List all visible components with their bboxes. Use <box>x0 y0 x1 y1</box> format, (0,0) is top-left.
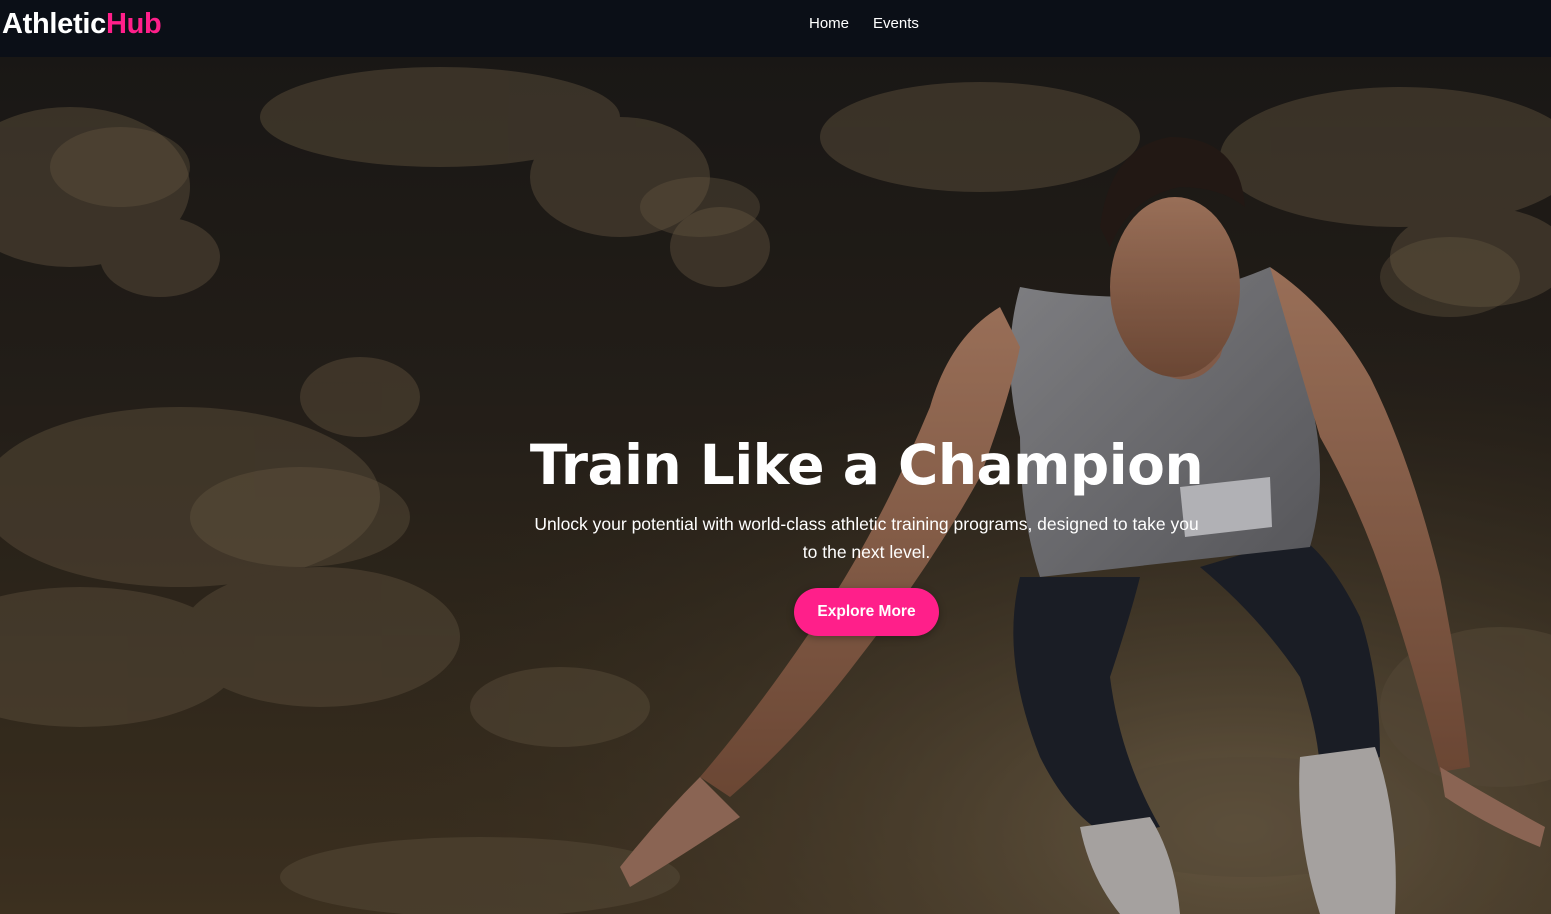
hero-title: Train Like a Champion <box>529 433 1204 497</box>
brand-name-hub: Hub <box>105 8 162 40</box>
nav-link-home[interactable]: Home <box>809 14 849 34</box>
hero-content: Train Like a Champion Unlock your potent… <box>0 57 1551 914</box>
brand-logo[interactable]: AthleticHub <box>2 7 162 41</box>
hero-section: Train Like a Champion Unlock your potent… <box>0 57 1551 914</box>
hero-subtitle: Unlock your potential with world-class a… <box>534 514 1199 562</box>
nav-links: Home Events <box>809 14 919 34</box>
explore-more-button[interactable]: Explore More <box>794 588 939 636</box>
nav-link-events[interactable]: Events <box>873 14 919 34</box>
navbar: AthleticHub Home Events <box>0 0 1551 57</box>
brand-name-athletic: Athletic <box>2 8 106 40</box>
